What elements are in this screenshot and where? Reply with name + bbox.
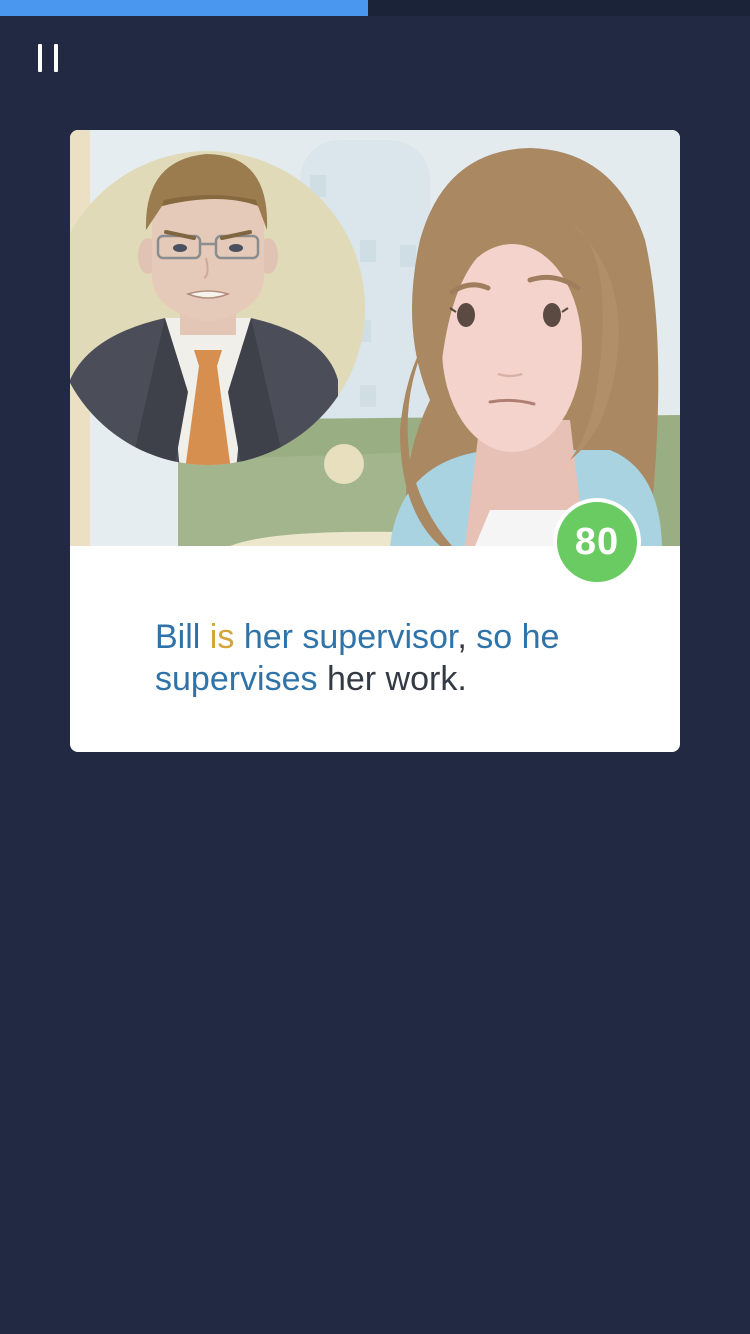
lesson-card: 80 Bill is her supervisor, so he supervi… [70,130,680,752]
pause-icon-bar-right [54,44,58,72]
sentence-word[interactable]: so he [476,618,559,656]
sentence-word[interactable]: is [210,618,235,656]
sentence-text [200,618,209,656]
sentence-text: her work. [317,660,467,698]
score-badge: 80 [553,498,641,586]
sentence-word[interactable]: her supervisor [244,618,458,656]
progress-fill [0,0,368,16]
sentence-word[interactable]: Bill [155,618,200,656]
sentence-word[interactable]: supervises [155,660,318,698]
pause-icon-bar-left [38,44,42,72]
progress-track [0,0,750,16]
lesson-sentence: Bill is her supervisor, so he supervises… [155,616,635,700]
pause-button[interactable] [30,38,66,78]
supervisor-and-employee-illustration [70,130,680,546]
sentence-text: , [457,618,477,656]
sentence-text [234,618,243,656]
